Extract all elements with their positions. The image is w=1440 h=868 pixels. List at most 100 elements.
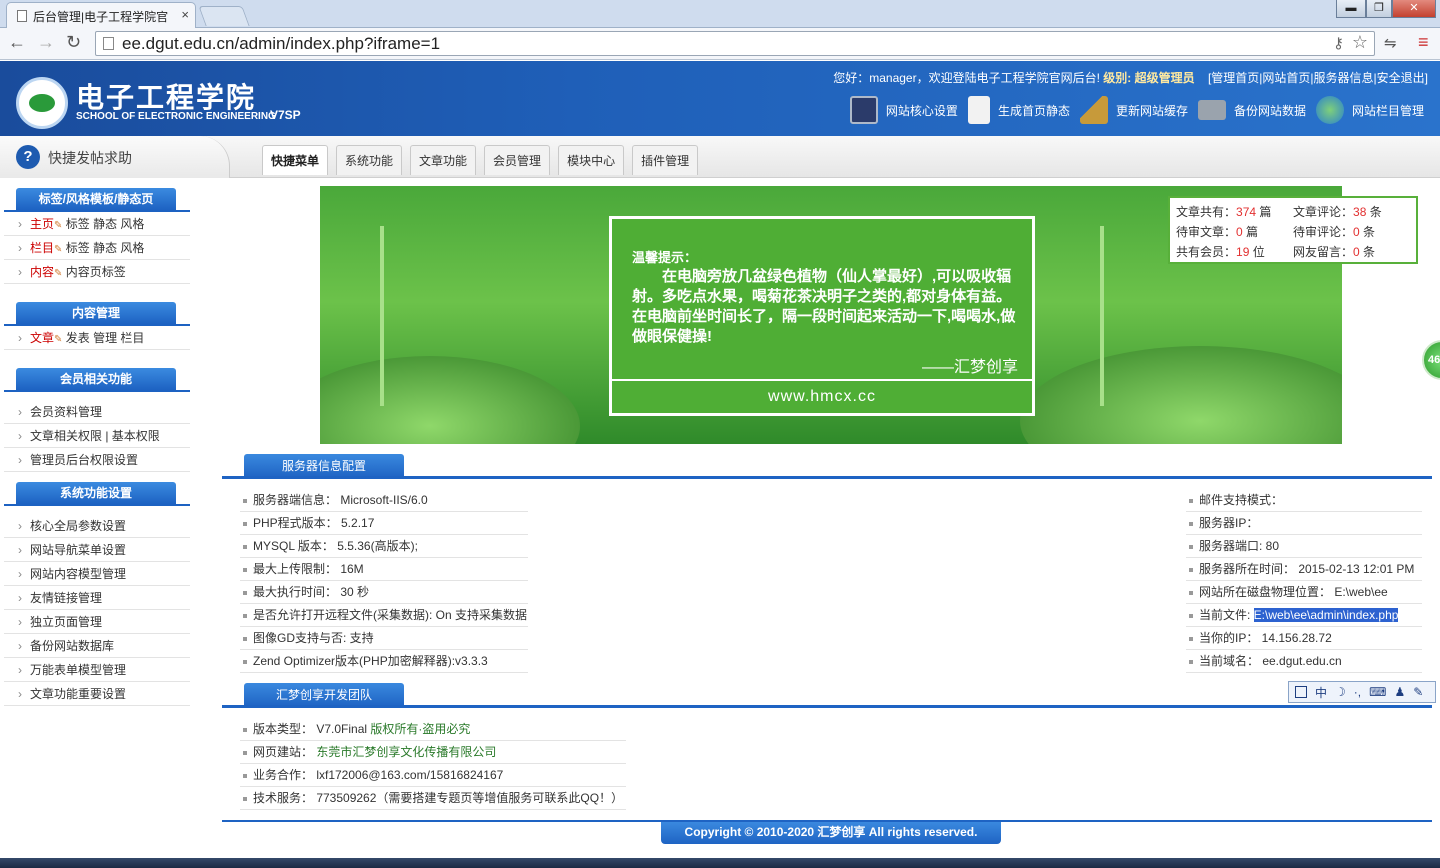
item-red-label[interactable]: 文章 xyxy=(30,331,54,345)
ime-toolbar[interactable]: 中 ☽ ·, ⌨ ♟ ✎ xyxy=(1288,681,1436,703)
item-red-label[interactable]: 内容 xyxy=(30,265,54,279)
sidebar-item-form-model[interactable]: 万能表单模型管理 xyxy=(4,658,190,682)
tab-quick-menu[interactable]: 快捷菜单 xyxy=(262,145,329,175)
minimize-button[interactable]: ▬ xyxy=(1336,0,1366,18)
browser-menu-icon[interactable]: ≡ xyxy=(1418,32,1429,53)
tab-module[interactable]: 模块中心 xyxy=(558,145,625,175)
tab-close-icon[interactable]: × xyxy=(181,7,189,22)
sidebar-section-title: 会员相关功能 xyxy=(16,368,176,390)
sidebar-item-content-model[interactable]: 网站内容模型管理 xyxy=(4,562,190,586)
item-red-label[interactable]: 主页 xyxy=(30,217,54,231)
server-info-left: 服务器端信息： Microsoft-IIS/6.0 PHP程式版本： 5.2.1… xyxy=(240,489,528,673)
sidebar-item-article-permission[interactable]: 文章相关权限 | 基本权限 xyxy=(4,424,190,448)
ime-logo-icon[interactable] xyxy=(1295,686,1307,698)
document-icon xyxy=(967,96,990,124)
maximize-button[interactable]: ❐ xyxy=(1366,0,1392,18)
item-links[interactable]: 标签 静态 风格 xyxy=(66,241,145,255)
site-home-link[interactable]: |网站首页 xyxy=(1259,71,1310,85)
key-icon[interactable]: ⚷ xyxy=(1333,32,1344,55)
info-label: 当前文件: xyxy=(1199,608,1254,622)
team-row-label: 版本类型： V7.0Final xyxy=(253,722,371,736)
version-label: V7SP xyxy=(270,108,301,122)
sidebar-section-system: 系统功能设置 核心全局参数设置 网站导航菜单设置 网站内容模型管理 友情链接管理… xyxy=(4,482,190,706)
edit-icon: ✎ xyxy=(54,220,63,231)
info-row: 最大上传限制： 16M xyxy=(240,558,528,581)
info-row: 服务器IP： xyxy=(1186,512,1422,535)
tab-plugin[interactable]: 插件管理 xyxy=(632,145,699,175)
close-window-button[interactable]: ✕ xyxy=(1392,0,1436,18)
quick-generate-static[interactable]: 生成首页静态 xyxy=(967,96,1070,124)
item-links[interactable]: 标签 静态 风格 xyxy=(66,217,145,231)
welcome-bar: 您好：manager，欢迎登陆电子工程学院官网后台! 级别: 超级管理员 [管理… xyxy=(833,69,1428,86)
sidebar-section-title: 系统功能设置 xyxy=(16,482,176,504)
punctuation-icon[interactable]: ·, xyxy=(1354,685,1361,699)
monitor-icon xyxy=(849,96,878,124)
item-links[interactable]: 内容页标签 xyxy=(66,265,126,279)
menu-tabs: 快捷菜单 系统功能 文章功能 会员管理 模块中心 插件管理 xyxy=(262,145,706,175)
page-favicon-icon xyxy=(17,10,27,22)
stats-row: 共有会员：19 位 网友留言：0 条 xyxy=(1176,242,1410,262)
sidebar-section-members: 会员相关功能 会员资料管理 文章相关权限 | 基本权限 管理员后台权限设置 xyxy=(4,368,190,472)
college-logo-icon[interactable] xyxy=(16,77,68,129)
team-row: 业务合作： lxf172006@163.com/15816824167 xyxy=(240,764,626,787)
url-input[interactable]: ee.dgut.edu.cn/admin/index.php?iframe=1 … xyxy=(95,31,1375,56)
back-icon[interactable]: ← xyxy=(8,32,26,53)
stat-value: 0 xyxy=(1353,245,1360,259)
tab-article[interactable]: 文章功能 xyxy=(410,145,477,175)
bookmark-star-icon[interactable]: ☆ xyxy=(1352,31,1368,54)
server-info-right: 邮件支持模式： 服务器IP： 服务器端口: 80 服务器所在时间： 2015-0… xyxy=(1186,489,1422,673)
ime-chinese-mode[interactable]: 中 xyxy=(1315,684,1327,701)
stat-unit: 篇 xyxy=(1256,205,1272,219)
stat-value: 38 xyxy=(1353,205,1367,219)
sidebar-item-backup-db[interactable]: 备份网站数据库 xyxy=(4,634,190,658)
forward-icon[interactable]: → xyxy=(37,32,55,53)
sidebar-section-title: 标签/风格模板/静态页 xyxy=(16,188,176,210)
item-red-label[interactable]: 栏目 xyxy=(30,241,54,255)
quick-update-cache[interactable]: 更新网站缓存 xyxy=(1079,96,1188,124)
keyboard-icon[interactable]: ⌨ xyxy=(1369,685,1386,699)
edit-icon: ✎ xyxy=(54,334,63,345)
sidebar-item-home-tags[interactable]: 主页✎ 标签 静态 风格 xyxy=(4,212,190,236)
user-level: 级别: 超级管理员 xyxy=(1103,71,1195,85)
item-links[interactable]: 发表 管理 栏目 xyxy=(66,331,145,345)
quick-label: 生成首页静态 xyxy=(997,103,1070,118)
sidebar-item-nav-menu[interactable]: 网站导航菜单设置 xyxy=(4,538,190,562)
sidebar-item-admin-permission[interactable]: 管理员后台权限设置 xyxy=(4,448,190,472)
notice-title: 温馨提示： xyxy=(632,250,698,265)
browser-tab[interactable]: 后台管理|电子工程学院官 × xyxy=(6,2,196,28)
extension-icon[interactable]: ⇋ xyxy=(1384,34,1397,52)
sidebar-item-core-settings[interactable]: 核心全局参数设置 xyxy=(4,514,190,538)
moon-icon[interactable]: ☽ xyxy=(1335,685,1346,699)
quick-core-settings[interactable]: 网站核心设置 xyxy=(849,96,958,124)
quick-help-button[interactable]: ? 快捷发帖求助 xyxy=(0,136,230,178)
tab-system[interactable]: 系统功能 xyxy=(336,145,403,175)
page-icon xyxy=(103,37,114,50)
team-title: 汇梦创享开发团队 xyxy=(244,683,404,707)
sidebar-item-column-tags[interactable]: 栏目✎ 标签 静态 风格 xyxy=(4,236,190,260)
sidebar-item-friend-links[interactable]: 友情链接管理 xyxy=(4,586,190,610)
current-file-selected[interactable]: E:\web\ee\admin\index.php xyxy=(1253,608,1399,622)
sidebar-item-member-profile[interactable]: 会员资料管理 xyxy=(4,400,190,424)
info-row: 当前域名： ee.dgut.edu.cn xyxy=(1186,650,1422,673)
team-row-link[interactable]: 版权所有·盗用必究 xyxy=(370,722,470,736)
sidebar-item-pages[interactable]: 独立页面管理 xyxy=(4,610,190,634)
admin-home-link[interactable]: [管理首页 xyxy=(1208,71,1259,85)
team-row-link[interactable]: 东莞市汇梦创享文化传播有限公司 xyxy=(316,745,496,759)
help-label: 快捷发帖求助 xyxy=(48,150,132,166)
floating-badge[interactable]: 46 xyxy=(1422,340,1440,380)
wrench-icon[interactable]: ✎ xyxy=(1413,685,1423,699)
server-info-link[interactable]: |服务器信息 xyxy=(1310,71,1373,85)
info-row: 当你的IP： 14.156.28.72 xyxy=(1186,627,1422,650)
stat-label: 网友留言： xyxy=(1293,245,1354,259)
new-tab-button[interactable] xyxy=(198,6,250,26)
tab-member[interactable]: 会员管理 xyxy=(484,145,551,175)
quick-backup-data[interactable]: 备份网站数据 xyxy=(1197,100,1306,120)
reload-icon[interactable]: ↻ xyxy=(66,32,81,53)
sidebar-item-content-tags[interactable]: 内容✎ 内容页标签 xyxy=(4,260,190,284)
quick-column-manage[interactable]: 网站栏目管理 xyxy=(1315,96,1424,124)
logout-link[interactable]: |安全退出] xyxy=(1374,71,1428,85)
info-row-current-file: 当前文件: E:\web\ee\admin\index.php xyxy=(1186,604,1422,627)
sidebar-item-article-settings[interactable]: 文章功能重要设置 xyxy=(4,682,190,706)
sidebar-item-article[interactable]: 文章✎ 发表 管理 栏目 xyxy=(4,326,190,350)
user-icon[interactable]: ♟ xyxy=(1394,685,1405,699)
